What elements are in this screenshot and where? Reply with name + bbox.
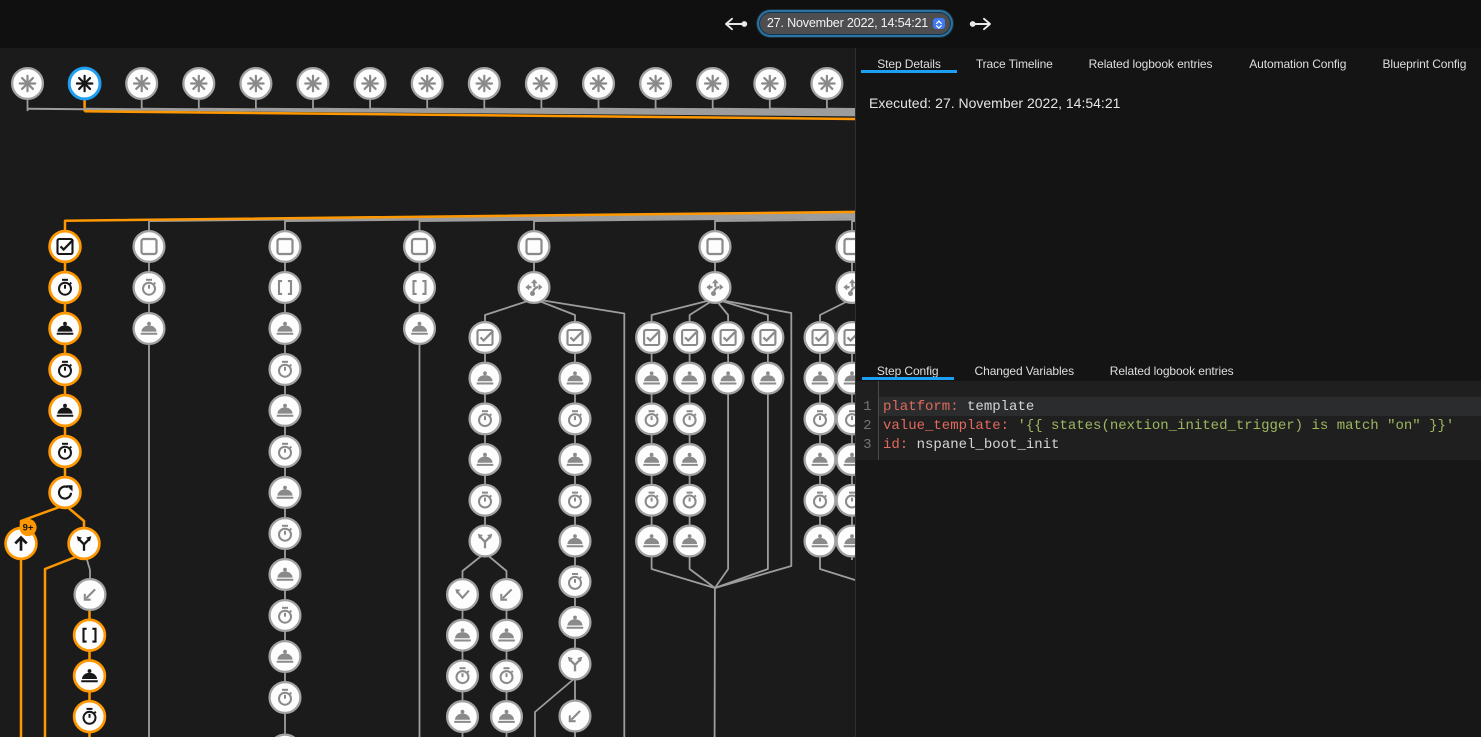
svg-text:9+: 9+ xyxy=(23,523,34,534)
